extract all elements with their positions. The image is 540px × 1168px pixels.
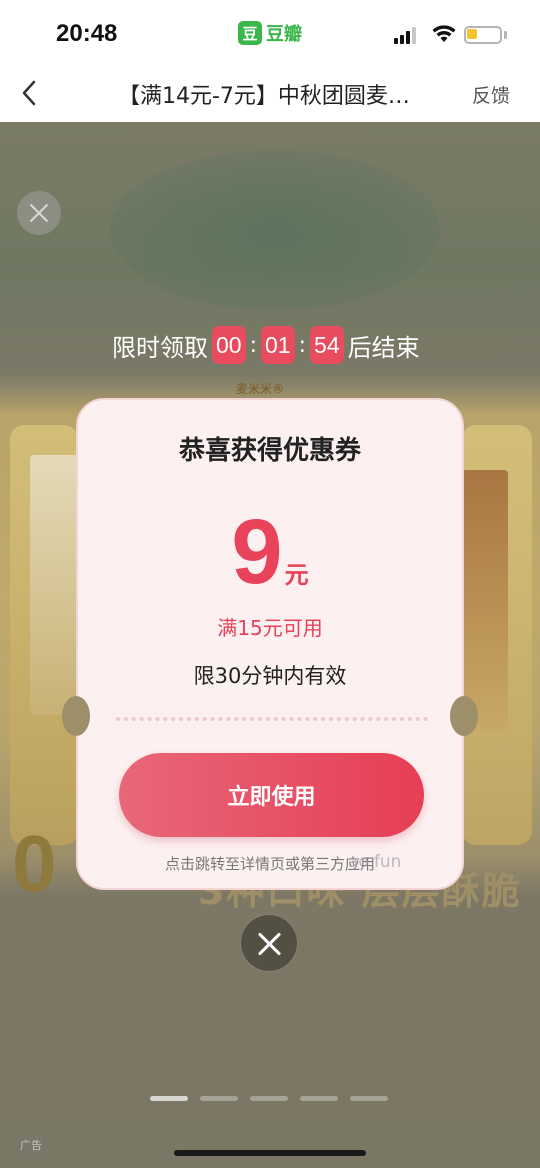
brand-logo: 麦米米® [236, 382, 285, 396]
countdown-separator: : [249, 332, 258, 358]
app-logo-icon: 豆 [238, 21, 262, 45]
countdown-suffix: 后结束 [347, 333, 420, 362]
status-bar: 20:48 豆 豆瓣 [0, 0, 540, 66]
countdown-minutes: 01 [261, 326, 295, 364]
countdown-separator: : [298, 332, 307, 358]
coupon-notch-right [450, 696, 478, 736]
use-now-button[interactable]: 立即使用 [119, 753, 424, 837]
cellular-signal-icon [394, 26, 416, 44]
page-dot[interactable] [250, 1096, 288, 1101]
coupon-amount: 9 [231, 501, 283, 603]
ad-pagination [150, 1096, 388, 1101]
ad-background-blur [110, 150, 440, 310]
product-pack-right [462, 470, 508, 730]
coupon-amount-row: 9元 [78, 500, 462, 605]
battery-level [467, 29, 477, 39]
countdown-prefix: 限时领取 [112, 333, 208, 362]
home-indicator[interactable] [174, 1150, 366, 1156]
coupon-divider [116, 717, 428, 721]
watermark: ao.fun [348, 852, 402, 872]
back-arrow-icon[interactable] [18, 78, 44, 108]
ad-close-icon[interactable] [17, 191, 61, 235]
product-pack-left [30, 455, 78, 715]
page-dot[interactable] [150, 1096, 188, 1101]
coupon-title: 恭喜获得优惠券 [178, 436, 361, 466]
page-dot[interactable] [350, 1096, 388, 1101]
page-dot[interactable] [200, 1096, 238, 1101]
coupon-condition: 满15元可用 [217, 616, 323, 640]
countdown-seconds: 54 [310, 326, 344, 364]
close-popup-icon[interactable] [240, 914, 298, 972]
app-badge: 豆 豆瓣 [238, 20, 302, 46]
feedback-button[interactable]: 反馈 [472, 81, 510, 108]
battery-tip [504, 31, 507, 39]
nav-bar: 【满14元-7元】中秋团圆麦… 反馈 [0, 66, 540, 122]
page-dot[interactable] [300, 1096, 338, 1101]
status-time: 20:48 [56, 20, 118, 47]
ad-big-number: 0 [12, 819, 57, 908]
coupon-unit: 元 [284, 561, 309, 589]
wifi-icon [432, 25, 456, 42]
countdown-hours: 00 [212, 326, 246, 364]
battery-icon [464, 26, 502, 44]
page-title: 【满14元-7元】中秋团圆麦… [118, 84, 410, 109]
coupon-card: 恭喜获得优惠券 9元 满15元可用 限30分钟内有效 立即使用 点击跳转至详情页… [62, 398, 478, 890]
coupon-hint: 点击跳转至详情页或第三方应用 [164, 855, 375, 873]
coupon-notch-left [62, 696, 90, 736]
ad-tag: 广告 [14, 1136, 48, 1154]
coupon-validity: 限30分钟内有效 [193, 664, 347, 688]
countdown: 限时领取 00 : 01 : 54 后结束 [112, 326, 420, 364]
app-name: 豆瓣 [266, 24, 302, 45]
